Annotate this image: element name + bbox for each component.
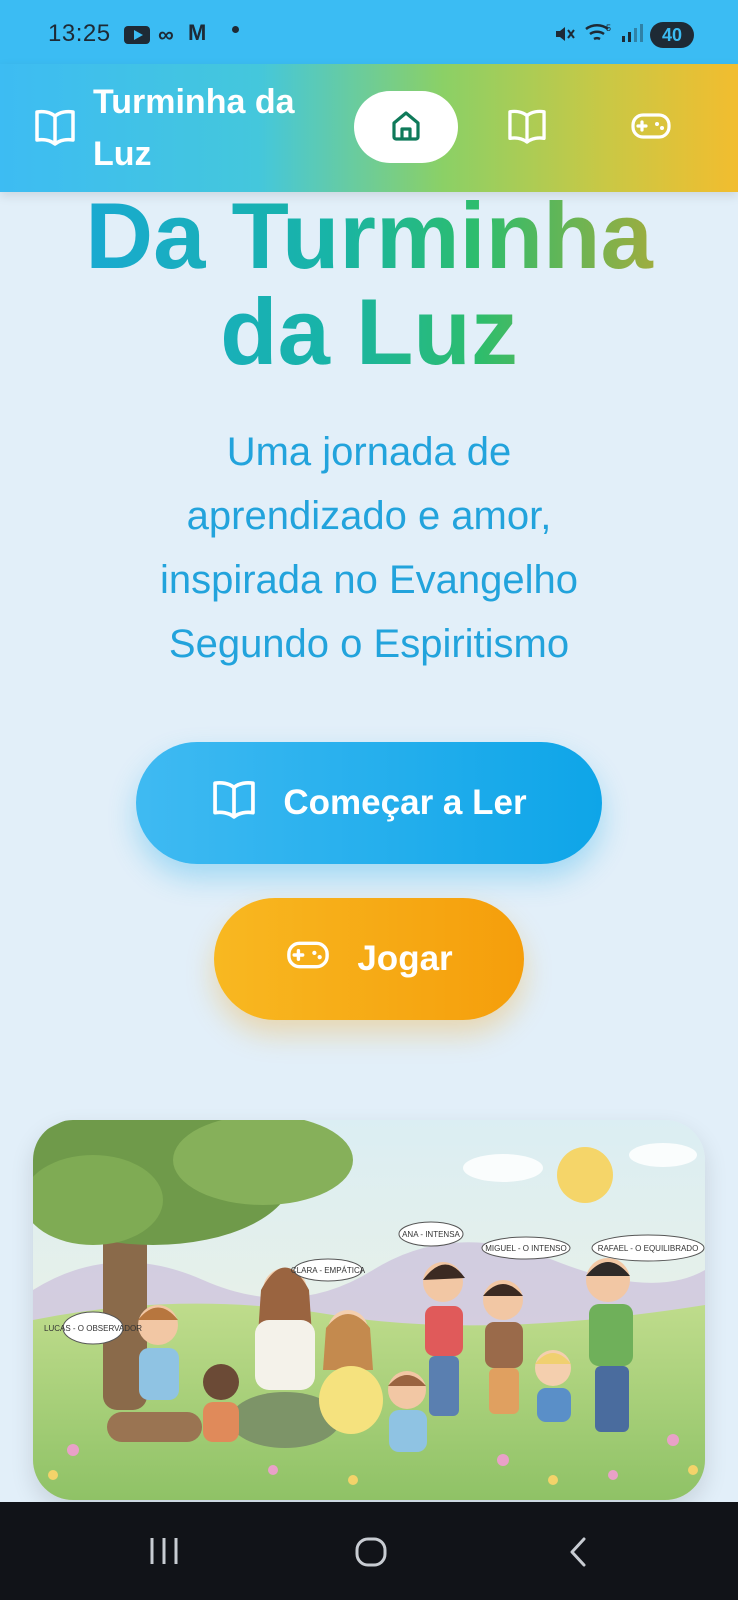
hero-title: Da Turminha da Luz xyxy=(0,188,738,380)
nav-book-button[interactable] xyxy=(507,108,547,149)
hero-subtitle-line-2: aprendizado e amor, xyxy=(186,494,552,538)
hero-subtitle-line-4: Segundo o Espiritismo xyxy=(168,622,570,666)
battery-icon: 40 xyxy=(650,22,694,48)
start-reading-button[interactable]: Começar a Ler xyxy=(136,742,602,864)
home-icon[interactable] xyxy=(354,1536,388,1573)
hero-title-line-2: da Luz xyxy=(220,279,518,384)
home-icon xyxy=(388,107,424,148)
status-time: 13:25 xyxy=(48,20,111,47)
start-reading-label: Começar a Ler xyxy=(283,783,527,822)
play-button[interactable]: Jogar xyxy=(214,898,524,1020)
status-bar: 13:25 ∞ M 5 40 xyxy=(0,0,738,64)
back-icon[interactable] xyxy=(566,1536,590,1573)
open-book-icon xyxy=(211,779,257,828)
gamepad-icon xyxy=(285,938,331,981)
system-navigation-bar xyxy=(0,1502,738,1600)
nav-gamepad-button[interactable] xyxy=(630,110,672,147)
bubble-rafael: RAFAEL - O EQUILIBRADO xyxy=(598,1244,699,1253)
svg-text:5: 5 xyxy=(606,23,611,33)
bubble-miguel: MIGUEL - O INTENSO xyxy=(485,1244,567,1253)
bubble-clara: CLARA - EMPÁTICA xyxy=(291,1266,366,1275)
bubble-ana: ANA - INTENSA xyxy=(402,1230,460,1239)
hero-subtitle-line-1: Uma jornada de xyxy=(226,430,512,474)
open-book-icon xyxy=(34,108,76,151)
gmail-icon: M xyxy=(188,20,207,45)
brand-name[interactable]: Turminha da Luz xyxy=(93,76,333,180)
play-label: Jogar xyxy=(357,939,453,978)
signal-icon xyxy=(620,22,644,49)
nav-home-button[interactable] xyxy=(354,91,458,163)
bubble-lucas: LUCAS - O OBSERVADOR xyxy=(44,1324,142,1333)
wifi-icon: 5 xyxy=(584,20,614,51)
hero-title-line-1: Da Turminha xyxy=(85,183,653,288)
recent-apps-icon[interactable] xyxy=(148,1536,180,1571)
youtube-icon xyxy=(124,26,150,44)
hero-subtitle: Uma jornada de aprendizado e amor, inspi… xyxy=(60,420,678,676)
hero-illustration: LUCAS - O OBSERVADOR CLARA - EMPÁTICA AN… xyxy=(33,1120,705,1500)
notification-dot-icon xyxy=(232,26,239,33)
mute-icon xyxy=(552,22,576,51)
voicemail-icon: ∞ xyxy=(158,22,174,47)
hero-subtitle-line-3: inspirada no Evangelho xyxy=(159,558,579,602)
app-header: Turminha da Luz xyxy=(0,64,738,192)
